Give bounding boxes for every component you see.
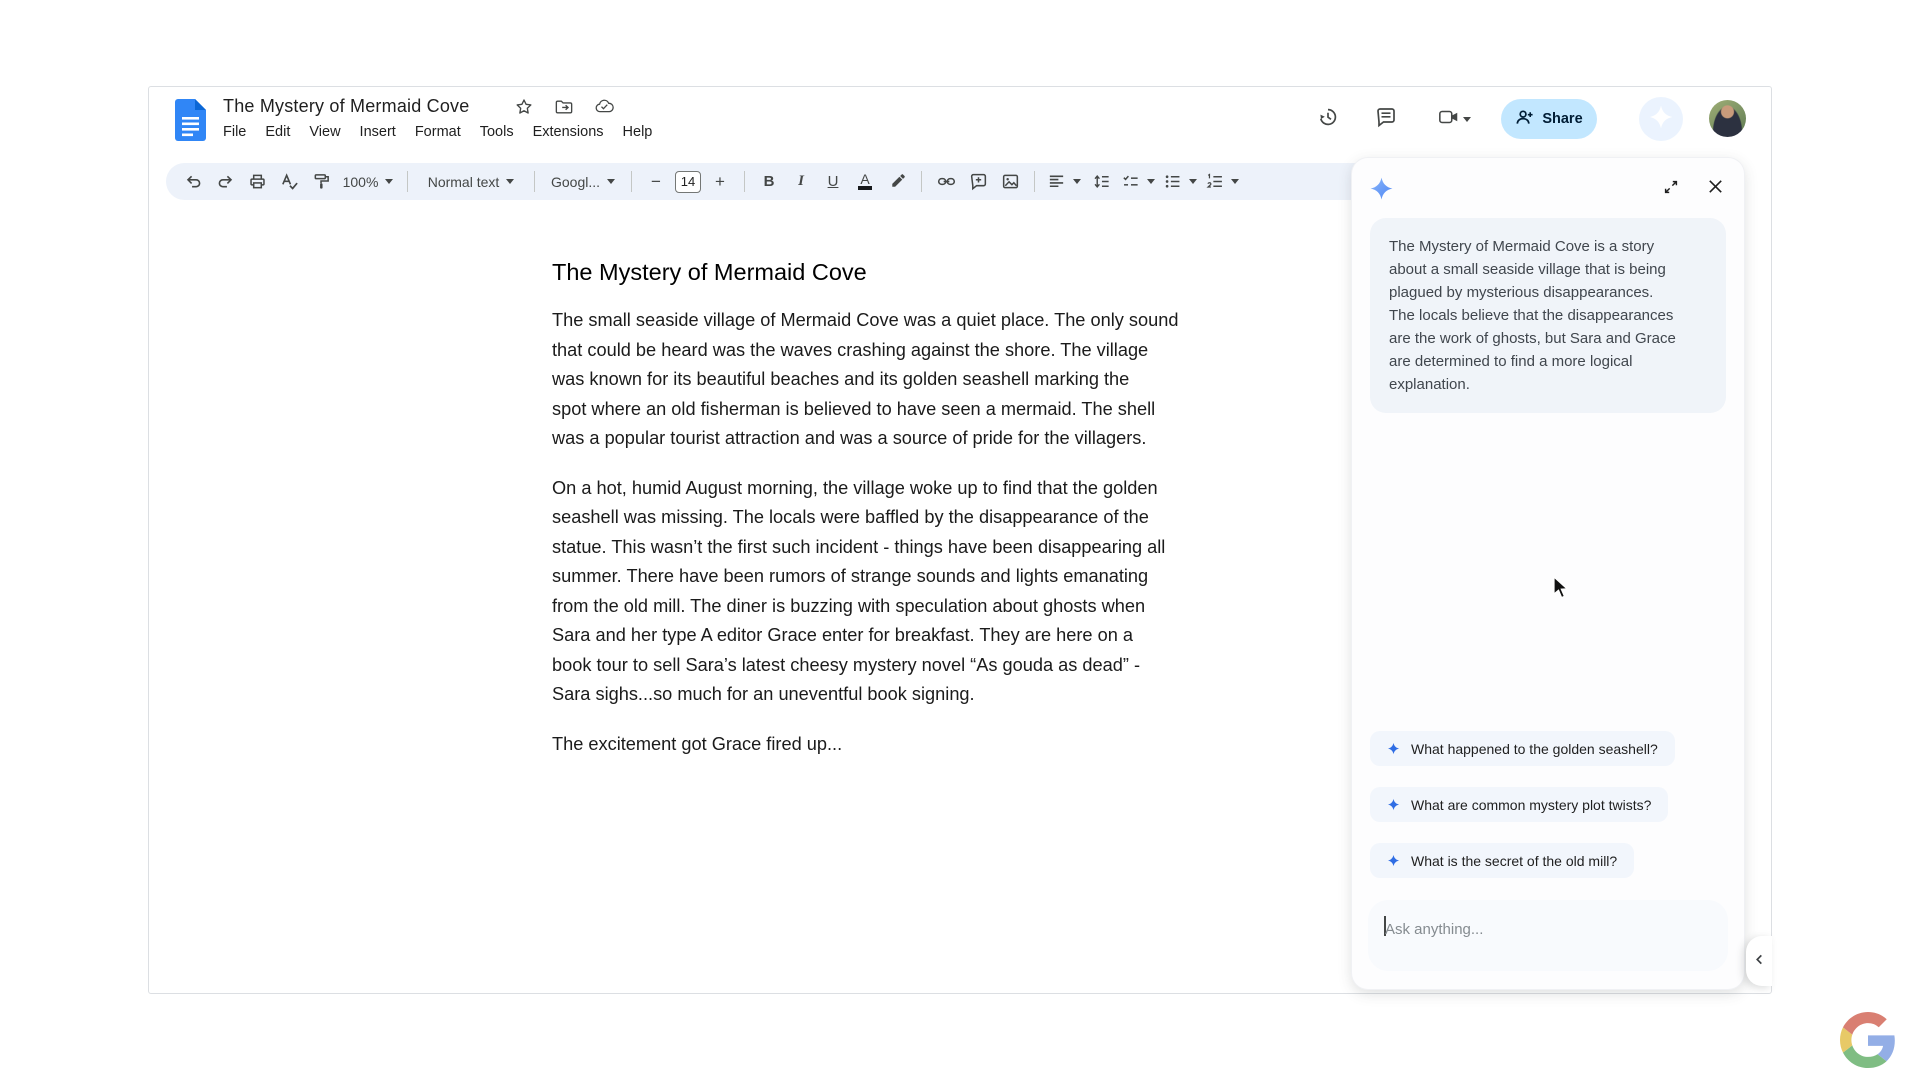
suggestion-chip-old-mill[interactable]: What is the secret of the old mill? xyxy=(1370,843,1635,878)
menu-file[interactable]: File xyxy=(223,124,246,140)
document-title[interactable]: The Mystery of Mermaid Cove xyxy=(223,96,469,117)
spark-icon xyxy=(1387,742,1400,755)
menu-insert[interactable]: Insert xyxy=(360,124,396,140)
menu-tools[interactable]: Tools xyxy=(480,124,514,140)
chip-label: What happened to the golden seashell? xyxy=(1411,740,1658,757)
highlight-button[interactable] xyxy=(884,169,910,195)
italic-button[interactable]: I xyxy=(788,169,814,195)
collapse-panel-tab[interactable] xyxy=(1746,936,1772,986)
zoom-select[interactable]: 100% xyxy=(340,169,396,195)
doc-paragraph: The small seaside village of Mermaid Cov… xyxy=(552,310,1179,448)
chip-label: What are common mystery plot twists? xyxy=(1411,796,1652,813)
line-spacing-button[interactable] xyxy=(1088,169,1114,195)
undo-button[interactable] xyxy=(180,169,206,195)
checklist-button[interactable] xyxy=(1120,169,1156,195)
divider xyxy=(921,171,922,192)
history-clock-icon xyxy=(1317,106,1339,133)
increase-font-size-button[interactable]: + xyxy=(707,169,733,195)
styles-select[interactable]: Normal text xyxy=(419,169,523,195)
doc-paragraph: The excitement got Grace fired up... xyxy=(552,733,843,754)
toolbar: 100% Normal text Googl... − 14 + B I U A xyxy=(166,163,1381,200)
font-select[interactable]: Googl... xyxy=(546,169,620,195)
zoom-value: 100% xyxy=(342,173,379,190)
bulleted-list-button[interactable] xyxy=(1162,169,1198,195)
avatar[interactable] xyxy=(1709,100,1746,137)
google-docs-icon[interactable] xyxy=(175,99,206,141)
menu-view[interactable]: View xyxy=(309,124,340,140)
insert-link-button[interactable] xyxy=(933,169,959,195)
underline-button[interactable]: U xyxy=(820,169,846,195)
share-label: Share xyxy=(1542,111,1583,127)
text-color-button[interactable]: A xyxy=(852,169,878,195)
divider xyxy=(534,171,535,192)
menu-format[interactable]: Format xyxy=(415,124,461,140)
decrease-font-size-button[interactable]: − xyxy=(643,169,669,195)
suggestion-chip-plot-twists[interactable]: What are common mystery plot twists? xyxy=(1370,787,1669,822)
chevron-down-icon xyxy=(1231,179,1239,184)
comment-icon xyxy=(1375,106,1397,133)
comments-button[interactable] xyxy=(1364,97,1408,141)
spark-icon xyxy=(1387,854,1400,867)
chevron-down-icon xyxy=(385,179,394,184)
styles-value: Normal text xyxy=(427,173,500,190)
chevron-down-icon xyxy=(1189,179,1197,184)
ask-anything-input[interactable] xyxy=(1385,917,1705,941)
google-logo xyxy=(1840,1012,1896,1068)
redo-button[interactable] xyxy=(212,169,238,195)
paint-format-button[interactable] xyxy=(308,169,334,195)
expand-panel-button[interactable] xyxy=(1658,176,1684,202)
insert-image-button[interactable] xyxy=(997,169,1023,195)
menu-help[interactable]: Help xyxy=(623,124,653,140)
divider xyxy=(744,171,745,192)
share-button[interactable]: Share xyxy=(1501,99,1597,139)
cloud-status-icon[interactable] xyxy=(595,98,614,116)
version-history-button[interactable] xyxy=(1306,97,1350,141)
add-comment-button[interactable] xyxy=(965,169,991,195)
align-button[interactable] xyxy=(1046,169,1082,195)
font-size-input[interactable]: 14 xyxy=(675,170,701,193)
divider xyxy=(631,171,632,192)
menu-edit[interactable]: Edit xyxy=(265,124,290,140)
bold-button[interactable]: B xyxy=(756,169,782,195)
close-panel-button[interactable] xyxy=(1702,176,1728,202)
close-icon xyxy=(1706,177,1725,201)
gemini-spark-icon xyxy=(1369,176,1394,201)
star-icon[interactable] xyxy=(515,98,533,116)
spellcheck-button[interactable] xyxy=(276,169,302,195)
chip-label: What is the secret of the old mill? xyxy=(1411,852,1618,869)
ask-anything-inputbox[interactable] xyxy=(1368,900,1728,971)
gemini-button[interactable] xyxy=(1639,97,1683,141)
divider xyxy=(1034,171,1035,192)
video-camera-icon xyxy=(1438,106,1460,133)
doc-paragraph: On a hot, humid August morning, the vill… xyxy=(552,477,1166,705)
gemini-summary-bubble: The Mystery of Mermaid Cove is a story a… xyxy=(1370,218,1726,413)
spark-icon xyxy=(1387,798,1400,811)
mouse-cursor xyxy=(1552,575,1572,600)
chevron-down-icon xyxy=(1073,179,1081,184)
move-folder-icon[interactable] xyxy=(555,98,573,116)
person-add-icon xyxy=(1515,108,1534,131)
numbered-list-button[interactable] xyxy=(1204,169,1240,195)
divider xyxy=(407,171,408,192)
menu-bar: File Edit View Insert Format Tools Exten… xyxy=(223,124,652,140)
chevron-down-icon xyxy=(1462,116,1471,122)
chevron-down-icon xyxy=(506,179,515,184)
chevron-left-icon xyxy=(1754,952,1765,970)
doc-body[interactable]: The small seaside village of Mermaid Cov… xyxy=(552,306,1332,779)
font-value: Googl... xyxy=(550,173,601,190)
menu-extensions[interactable]: Extensions xyxy=(533,124,604,140)
expand-icon xyxy=(1662,178,1680,201)
color-bar xyxy=(858,186,872,190)
meet-button[interactable] xyxy=(1426,97,1482,141)
doc-heading: The Mystery of Mermaid Cove xyxy=(552,259,867,285)
gemini-spark-icon xyxy=(1648,104,1674,135)
print-button[interactable] xyxy=(244,169,270,195)
chevron-down-icon xyxy=(607,179,616,184)
suggestion-chip-golden-seashell[interactable]: What happened to the golden seashell? xyxy=(1370,731,1675,766)
gemini-summary-text: The Mystery of Mermaid Cove is a story a… xyxy=(1389,238,1676,393)
gemini-side-panel: The Mystery of Mermaid Cove is a story a… xyxy=(1352,158,1744,989)
chevron-down-icon xyxy=(1147,179,1155,184)
